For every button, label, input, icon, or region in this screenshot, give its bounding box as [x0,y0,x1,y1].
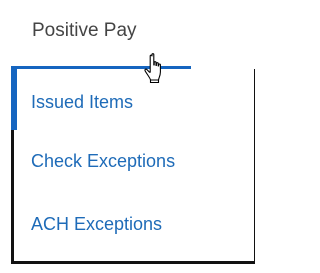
positive-pay-menu: Positive Pay Issued Items Check Exceptio… [0,0,262,273]
positive-pay-dropdown: Issued Items Check Exceptions ACH Except… [11,66,255,264]
dropdown-accent-bar [11,66,17,130]
hand-pointer-icon [144,53,161,84]
dropdown-item-ach-exceptions[interactable]: ACH Exceptions [31,214,162,235]
menu-item-positive-pay-label: Positive Pay [32,20,137,41]
dropdown-item-issued-items[interactable]: Issued Items [31,92,133,113]
menu-item-positive-pay[interactable]: Positive Pay [27,18,197,58]
dropdown-item-check-exceptions[interactable]: Check Exceptions [31,151,175,172]
